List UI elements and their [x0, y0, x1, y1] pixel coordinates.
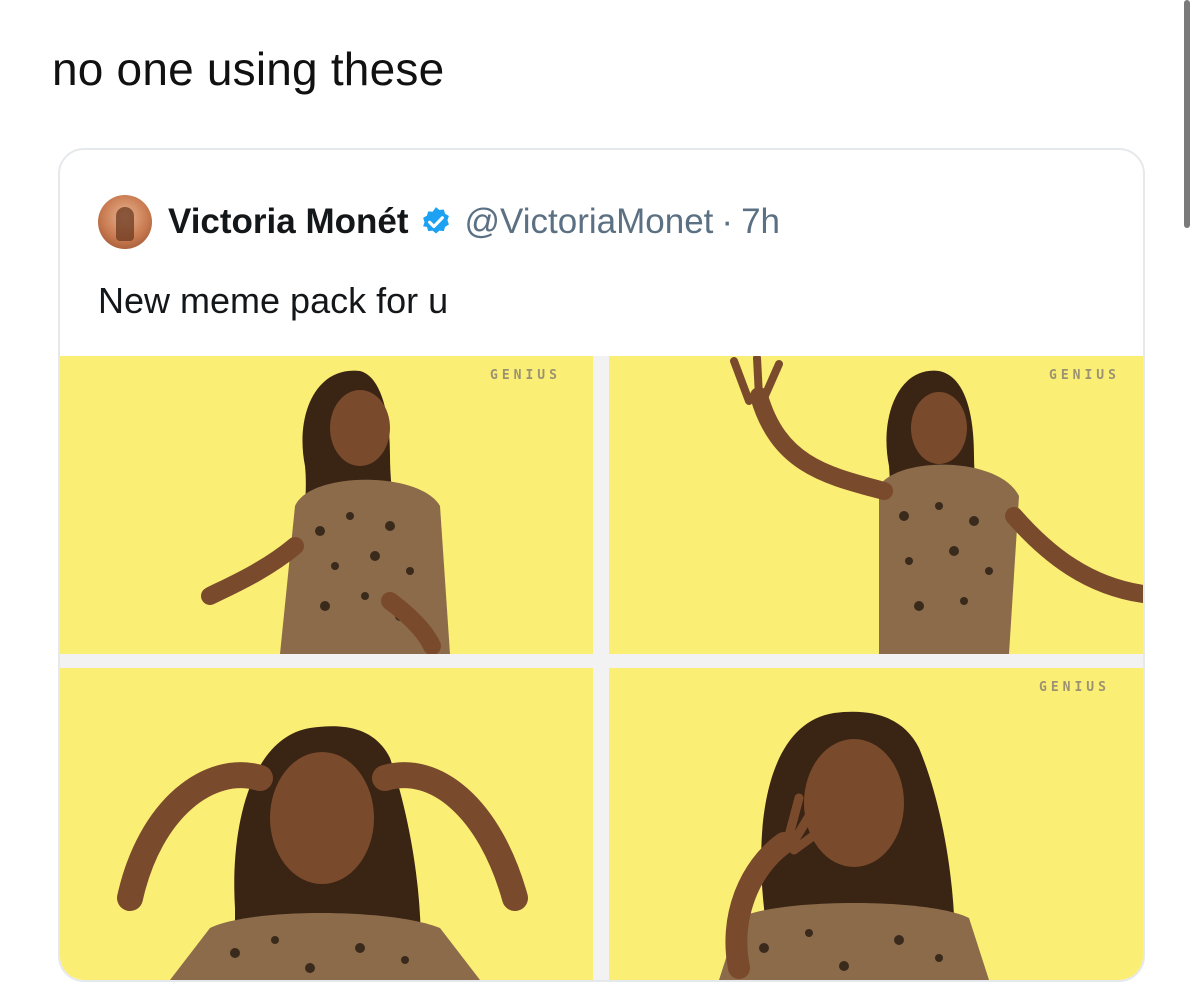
person-illustration — [719, 711, 989, 980]
meme-photo-4[interactable]: GENIUS — [609, 668, 1143, 980]
tweet-header: Victoria Monét @VictoriaMonet · 7h — [98, 192, 780, 252]
meme-photo-3[interactable] — [60, 668, 593, 980]
separator-dot: · — [721, 202, 734, 241]
tweet-timestamp[interactable]: 7h — [741, 202, 780, 242]
author-handle[interactable]: @VictoriaMonet — [465, 202, 714, 242]
avatar[interactable] — [98, 195, 152, 249]
author-name[interactable]: Victoria Monét — [168, 202, 409, 242]
scrollbar[interactable] — [1184, 0, 1190, 228]
post-caption: no one using these — [52, 43, 445, 95]
verified-badge-icon — [422, 207, 449, 234]
person-illustration — [201, 370, 450, 654]
person-illustration — [117, 726, 528, 980]
media-grid: GENIUS GENIUS GENIUS — [60, 356, 1143, 980]
quoted-tweet-card[interactable]: Victoria Monét @VictoriaMonet · 7h New m… — [58, 148, 1145, 982]
meme-photo-2[interactable]: GENIUS — [609, 356, 1143, 654]
person-illustration — [730, 356, 1143, 654]
tweet-text: New meme pack for u — [98, 280, 449, 321]
meme-photo-1[interactable]: GENIUS — [60, 356, 593, 654]
